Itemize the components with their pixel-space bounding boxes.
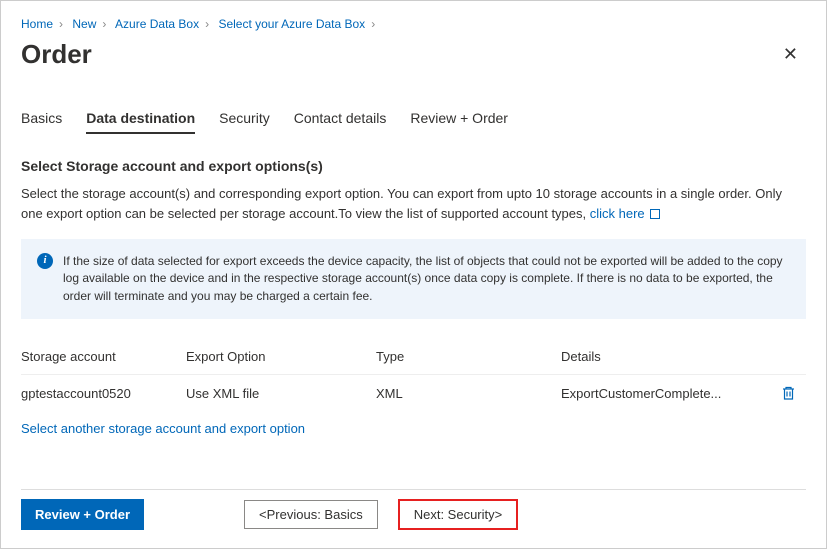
breadcrumb-item[interactable]: Azure Data Box (115, 17, 199, 31)
info-icon: i (37, 253, 53, 269)
click-here-link[interactable]: click here (590, 206, 645, 221)
tabs: Basics Data destination Security Contact… (21, 110, 806, 134)
next-button[interactable]: Next: Security> (398, 499, 519, 530)
breadcrumb-item[interactable]: Select your Azure Data Box (218, 17, 365, 31)
tab-basics[interactable]: Basics (21, 110, 62, 134)
cell-type: XML (376, 386, 561, 401)
previous-button[interactable]: <Previous: Basics (244, 500, 378, 529)
cell-details: ExportCustomerComplete... (561, 386, 721, 401)
breadcrumb-item[interactable]: Home (21, 17, 53, 31)
col-details: Details (561, 349, 806, 364)
tab-contact-details[interactable]: Contact details (294, 110, 387, 134)
close-icon[interactable]: ✕ (775, 40, 806, 69)
cell-option: Use XML file (186, 386, 376, 401)
storage-table: Storage account Export Option Type Detai… (21, 339, 806, 411)
section-title: Select Storage account and export option… (21, 158, 806, 174)
info-box: i If the size of data selected for expor… (21, 239, 806, 319)
page-title: Order (21, 39, 92, 70)
delete-icon[interactable] (781, 385, 796, 401)
tab-data-destination[interactable]: Data destination (86, 110, 195, 134)
info-text: If the size of data selected for export … (63, 253, 790, 305)
col-storage: Storage account (21, 349, 186, 364)
review-order-button[interactable]: Review + Order (21, 499, 144, 530)
add-storage-link[interactable]: Select another storage account and expor… (21, 421, 305, 436)
col-type: Type (376, 349, 561, 364)
section-description: Select the storage account(s) and corres… (21, 184, 806, 223)
cell-storage: gptestaccount0520 (21, 386, 186, 401)
breadcrumb-item[interactable]: New (72, 17, 96, 31)
table-row: gptestaccount0520 Use XML file XML Expor… (21, 374, 806, 411)
col-option: Export Option (186, 349, 376, 364)
external-link-icon (650, 209, 660, 219)
tab-security[interactable]: Security (219, 110, 270, 134)
breadcrumb: Home› New› Azure Data Box› Select your A… (21, 17, 806, 31)
tab-review-order[interactable]: Review + Order (410, 110, 508, 134)
